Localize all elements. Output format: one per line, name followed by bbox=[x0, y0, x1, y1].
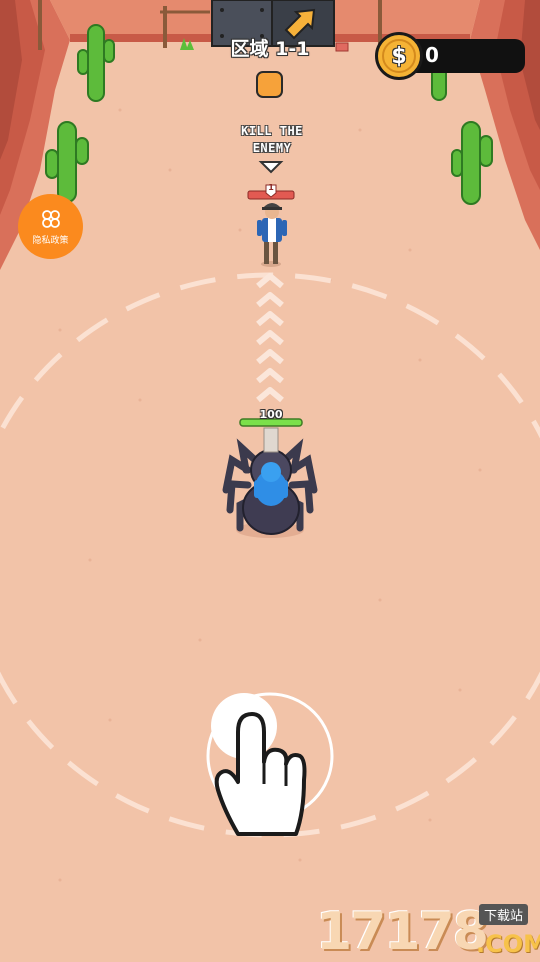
privacy-policy-label: 隐私政策 bbox=[32, 235, 69, 246]
watermark-number: 17178 bbox=[316, 902, 489, 962]
clover-icon bbox=[41, 209, 60, 228]
enemy-health-value: 1 bbox=[268, 183, 274, 192]
player-character[interactable] bbox=[222, 427, 318, 538]
coin-count: 0 bbox=[425, 43, 439, 67]
objective-line-2: ENEMY bbox=[252, 141, 292, 155]
coin-icon: $ bbox=[375, 32, 423, 80]
watermark: 17178 下载站 .COM bbox=[316, 900, 540, 962]
objective-text: KILL THE ENEMY bbox=[220, 123, 324, 157]
objective-line-1: KILL THE bbox=[241, 124, 303, 138]
stage-progress-indicator bbox=[256, 71, 283, 98]
dollar-symbol: $ bbox=[382, 39, 416, 73]
watermark-domain: .COM bbox=[476, 930, 540, 958]
privacy-policy-button[interactable]: 隐私政策 bbox=[18, 194, 83, 259]
watermark-tag: 下载站 bbox=[479, 904, 529, 925]
player-health-value: 100 bbox=[259, 408, 283, 421]
